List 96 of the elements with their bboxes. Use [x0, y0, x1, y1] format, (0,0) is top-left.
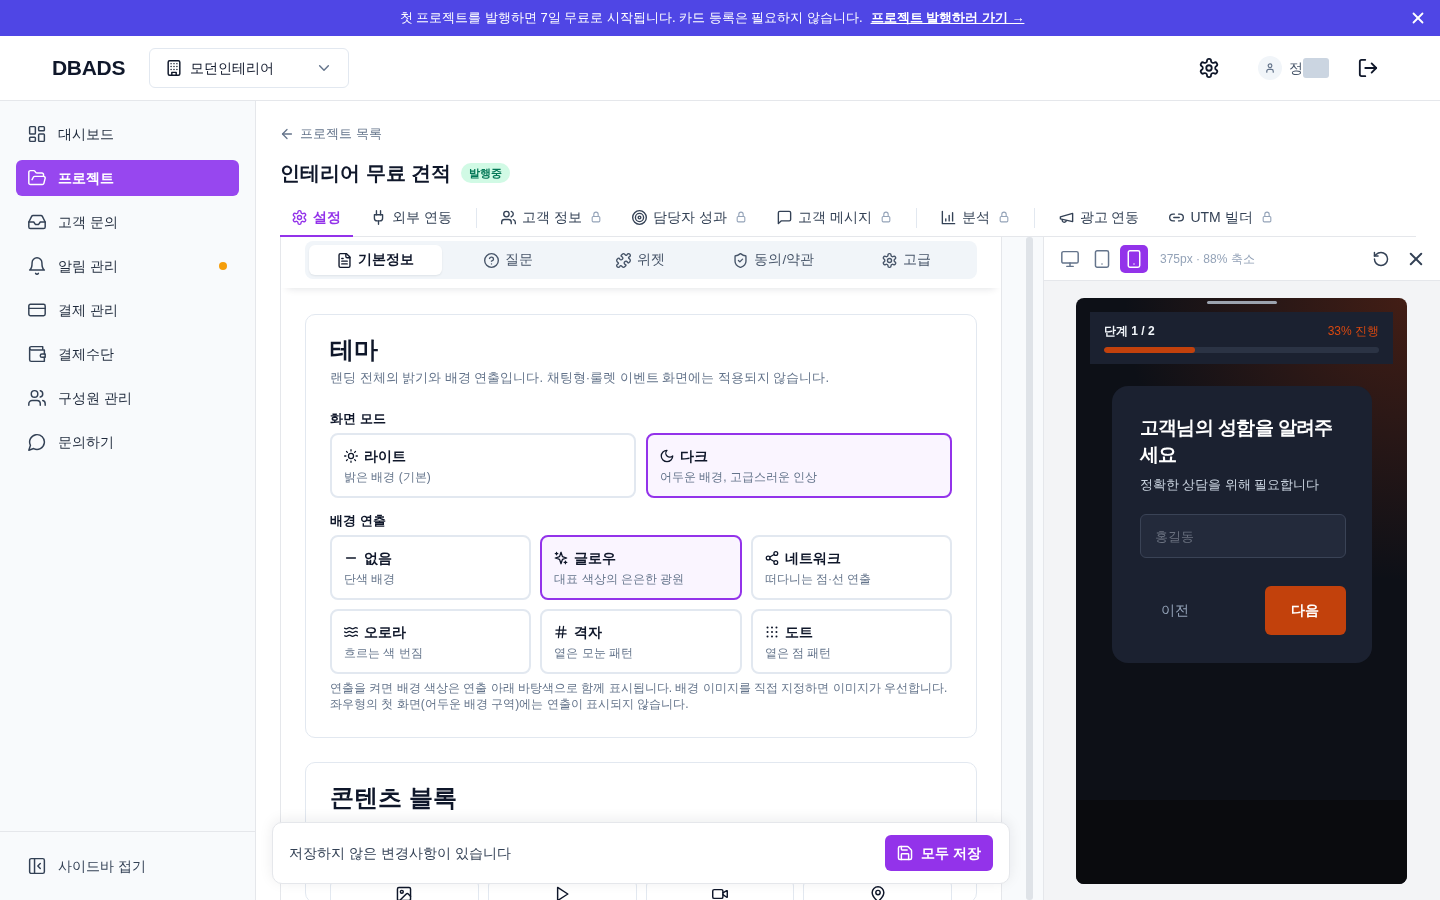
- play-icon: [554, 886, 571, 900]
- next-button[interactable]: 다음: [1264, 586, 1346, 635]
- sidebar-item[interactable]: 알림 관리: [16, 248, 239, 284]
- smartphone-icon: [1125, 249, 1143, 268]
- bell-icon: [28, 257, 46, 275]
- effect-option[interactable]: 오로라 흐르는 색 번짐: [330, 609, 532, 674]
- effect-option[interactable]: 없음 단색 배경: [330, 535, 532, 600]
- progress-percent: 33% 진행: [1327, 324, 1379, 338]
- inbox-icon: [28, 213, 46, 231]
- dots-grid-icon: [764, 625, 779, 639]
- tab[interactable]: 고객 정보: [488, 199, 614, 237]
- help-text: 연출을 켜면 배경 색상은 연출 아래 바탕색으로 함께 표시됩니다. 배경 이미지를 직접 지정하면 이미지가 우선합니다. 좌우형의 첫 화면(어두운 배경 구역)에는 연출이 표시되지 않습니다.: [330, 680, 949, 712]
- close-icon[interactable]: [1409, 251, 1423, 266]
- section-title: 테마: [330, 335, 379, 365]
- logout-icon[interactable]: [1358, 58, 1378, 78]
- hash-icon: [554, 625, 569, 639]
- save-all-button[interactable]: 모두 저장: [885, 835, 993, 871]
- folder-icon: [28, 169, 46, 187]
- monitor-icon: [1061, 249, 1079, 268]
- sun-icon: [344, 449, 358, 463]
- building-icon: [166, 60, 183, 76]
- field-label: 배경 연출: [330, 512, 387, 530]
- logo[interactable]: DBADS: [52, 52, 126, 84]
- subtab[interactable]: 동의/약관: [707, 245, 841, 275]
- save-icon: [897, 845, 914, 861]
- tab[interactable]: 담당자 성과: [619, 199, 759, 237]
- effect-option[interactable]: 도트 옅은 점 패턴: [750, 609, 952, 674]
- tab[interactable]: UTM 빌더: [1157, 199, 1285, 237]
- sidebar-item[interactable]: 문의하기: [16, 424, 239, 460]
- help-circle-icon: [483, 252, 499, 268]
- sidebar-item[interactable]: 프로젝트: [16, 160, 239, 196]
- wallet-icon: [28, 345, 46, 363]
- unsaved-message: 저장하지 않은 변경사항이 있습니다: [289, 843, 511, 863]
- subtab[interactable]: 질문: [441, 245, 575, 275]
- subtab[interactable]: 기본정보: [309, 245, 442, 275]
- collapse-sidebar-button[interactable]: 사이드바 접기: [16, 848, 158, 884]
- question-title: 고객님의 성함을 알려주세요: [1139, 416, 1334, 467]
- mobile-view-button[interactable]: [1120, 244, 1148, 273]
- effect-option[interactable]: 글로우 대표 색상의 은은한 광원: [540, 535, 742, 600]
- tab[interactable]: 분석: [928, 199, 1022, 237]
- avatar-icon[interactable]: [1258, 56, 1282, 80]
- users-icon: [500, 209, 516, 225]
- page-title: 인테리어 무료 견적: [280, 161, 452, 186]
- tab[interactable]: 외부 연동: [359, 199, 464, 237]
- sidebar-item[interactable]: 결제 관리: [16, 292, 239, 328]
- sidebar-item[interactable]: 구성원 관리: [16, 380, 239, 416]
- handle-bar-icon: [1206, 301, 1277, 304]
- settings-icon: [882, 252, 898, 268]
- step-label: 단계 1 / 2: [1104, 324, 1155, 338]
- document-icon: [336, 252, 352, 268]
- tab[interactable]: 광고 연동: [1046, 199, 1152, 237]
- section-title: 콘텐츠 블록: [330, 783, 458, 813]
- settings-icon: [292, 209, 307, 225]
- dashboard-icon: [28, 125, 46, 143]
- tab[interactable]: 고객 메시지: [764, 199, 904, 237]
- moon-icon: [660, 449, 674, 463]
- shield-check-icon: [733, 252, 749, 268]
- sparkles-icon: [554, 551, 569, 565]
- chat-bubble-icon: [28, 433, 46, 451]
- puzzle-icon: [616, 252, 632, 268]
- share-nodes-icon: [764, 551, 779, 565]
- scrollbar-thumb[interactable]: [1026, 237, 1033, 900]
- effect-option[interactable]: 격자 옅은 모눈 패턴: [540, 609, 742, 674]
- user-name: 정: [1289, 58, 1303, 78]
- field-label: 화면 모드: [330, 410, 387, 428]
- banner-message: 첫 프로젝트를 발행하면 7일 무료로 시작됩니다. 카드 등록은 필요하지 않습니다.: [399, 9, 863, 28]
- subtab[interactable]: 고급: [840, 245, 973, 275]
- question-subtitle: 정확한 상담을 위해 필요합니다: [1139, 476, 1321, 494]
- sidebar-item[interactable]: 고객 문의: [16, 204, 239, 240]
- back-link[interactable]: 프로젝트 목록: [280, 124, 382, 144]
- mode-option[interactable]: 다크 어두운 배경, 고급스러운 인상: [646, 433, 952, 498]
- mode-option[interactable]: 라이트 밝은 배경 (기본): [330, 433, 636, 498]
- status-badge: 발행중: [461, 163, 511, 183]
- subtab[interactable]: 위젯: [574, 245, 708, 275]
- section-description: 랜딩 전체의 밝기와 배경 연출입니다. 채팅형·룰렛 이벤트 화면에는 적용되지 않습니다.: [330, 369, 831, 387]
- effect-option[interactable]: 네트워크 떠다니는 점·선 연출: [750, 535, 952, 600]
- credit-card-icon: [28, 301, 46, 319]
- name-input[interactable]: 홍길동: [1139, 514, 1346, 558]
- users-icon: [28, 389, 46, 407]
- tablet-icon: [1093, 249, 1111, 268]
- previous-button[interactable]: 이전: [1139, 586, 1210, 635]
- waves-icon: [344, 625, 358, 639]
- preview-size-label: 375px · 88% 축소: [1160, 250, 1255, 268]
- target-icon: [631, 209, 647, 225]
- project-select[interactable]: 모던인테리어: [149, 48, 350, 88]
- plug-icon: [371, 209, 386, 225]
- refresh-icon[interactable]: [1373, 250, 1389, 267]
- panel-left-icon: [28, 857, 46, 875]
- video-camera-icon: [711, 886, 728, 900]
- settings-icon[interactable]: [1199, 58, 1219, 78]
- map-pin-icon: [869, 886, 886, 900]
- sidebar-item[interactable]: 결제수단: [16, 336, 239, 372]
- image-icon: [396, 886, 413, 900]
- sidebar-item[interactable]: 대시보드: [16, 116, 239, 152]
- bar-chart-icon: [940, 209, 956, 225]
- banner-link[interactable]: 프로젝트 발행하러 가기 →: [870, 8, 1025, 28]
